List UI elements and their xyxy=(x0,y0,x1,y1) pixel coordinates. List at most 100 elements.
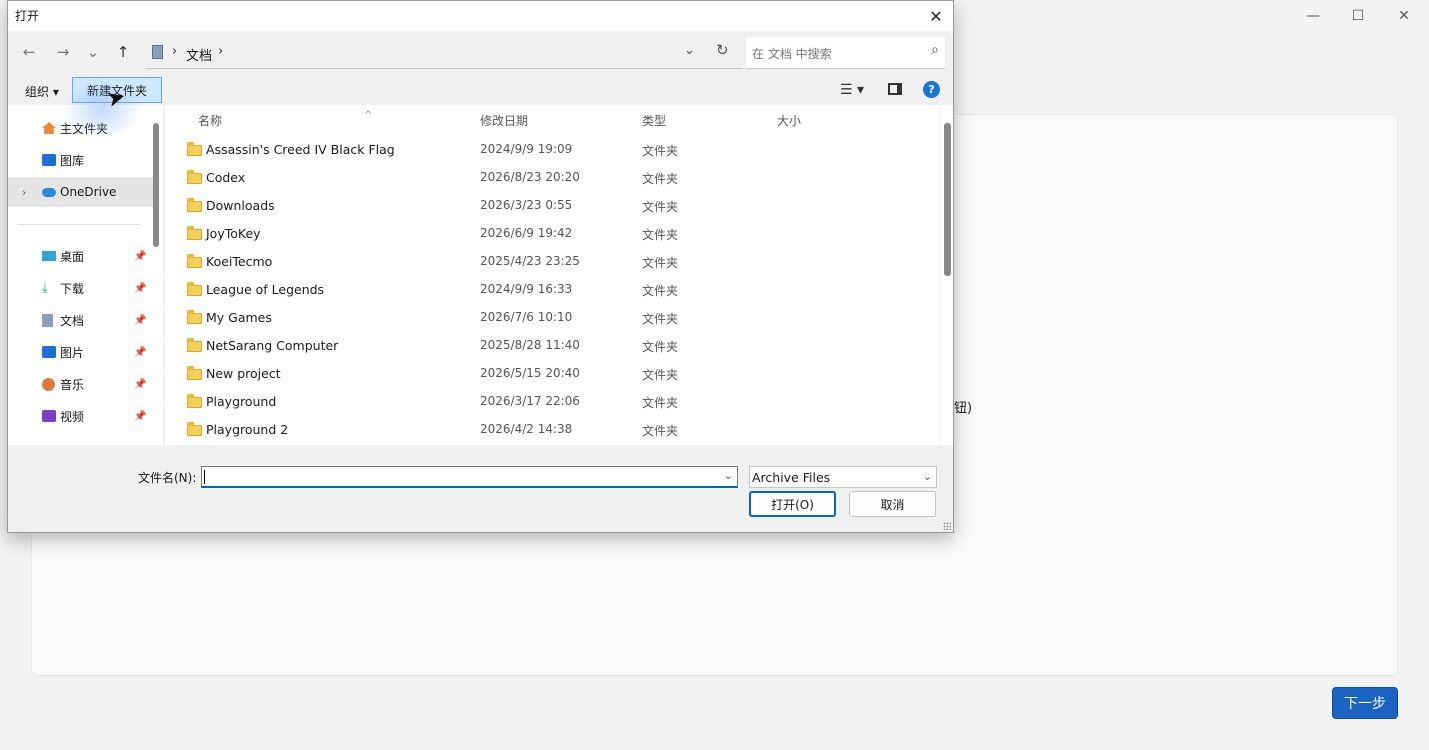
recent-locations-button[interactable]: ⌄ xyxy=(82,41,104,63)
nav-divider xyxy=(18,224,140,225)
breadcrumb-documents[interactable]: 文档 xyxy=(186,45,212,64)
chevron-down-icon[interactable]: ⌄ xyxy=(724,469,733,482)
file-date: 2024/9/9 16:33 xyxy=(480,282,573,296)
folder-icon xyxy=(187,226,202,240)
file-type: 文件夹 xyxy=(642,200,679,214)
file-date: 2026/3/23 0:55 xyxy=(480,198,573,212)
file-row[interactable]: Assassin's Creed IV Black Flag 2024/9/9 1… xyxy=(165,136,940,164)
nav-item-onedrive[interactable]: › OneDrive xyxy=(8,177,154,207)
folder-icon xyxy=(187,282,202,296)
file-row[interactable]: JoyToKey 2026/6/9 19:42 文件夹 xyxy=(165,220,940,248)
file-row[interactable]: Downloads 2026/3/23 0:55 文件夹 xyxy=(165,192,940,220)
chevron-right-icon[interactable]: › xyxy=(22,186,26,199)
file-name: Assassin's Creed IV Black Flag xyxy=(206,142,395,157)
pin-icon: 📌 xyxy=(134,410,147,422)
pin-icon: 📌 xyxy=(134,378,147,390)
file-row[interactable]: KoeiTecmo 2025/4/23 23:25 文件夹 xyxy=(165,248,940,276)
maximize-button[interactable]: ☐ xyxy=(1336,4,1380,28)
file-row[interactable]: League of Legends 2024/9/9 16:33 文件夹 xyxy=(165,276,940,304)
search-box[interactable]: 在 文档 中搜索 ⌕ xyxy=(746,37,945,69)
file-date: 2026/3/17 22:06 xyxy=(480,394,580,408)
resize-grip[interactable] xyxy=(943,522,951,530)
pin-icon: 📌 xyxy=(134,314,147,326)
dialog-close-button[interactable]: ✕ xyxy=(923,4,949,28)
window-close-button[interactable]: ✕ xyxy=(1382,4,1426,28)
folder-icon xyxy=(187,366,202,380)
file-name: Playground 2 xyxy=(206,422,289,437)
nav-label: 图片 xyxy=(60,345,85,360)
file-row[interactable]: New project 2026/5/15 20:40 文件夹 xyxy=(165,360,940,388)
folder-icon xyxy=(187,170,202,184)
cancel-button[interactable]: 取消 xyxy=(849,491,936,517)
forward-button[interactable]: → xyxy=(52,41,74,63)
column-header-size[interactable]: 大小 xyxy=(777,112,801,129)
file-type: 文件夹 xyxy=(642,368,679,382)
open-button[interactable]: 打开(O) xyxy=(749,491,836,517)
file-row[interactable]: Codex 2026/8/23 20:20 文件夹 xyxy=(165,164,940,192)
file-type: 文件夹 xyxy=(642,424,679,438)
file-date: 2026/4/2 14:38 xyxy=(480,422,573,436)
address-bar[interactable]: › 文档 › ⌄ ↻ xyxy=(146,37,743,69)
nav-label: OneDrive xyxy=(60,185,117,199)
folder-icon xyxy=(187,394,202,408)
next-button[interactable]: 下一步 xyxy=(1332,687,1398,719)
breadcrumb-separator[interactable]: › xyxy=(218,44,223,59)
file-list-scrollbar[interactable] xyxy=(941,105,953,445)
video-icon xyxy=(42,410,56,422)
chevron-down-icon[interactable]: ⌄ xyxy=(923,470,932,483)
nav-scrollbar[interactable] xyxy=(153,123,159,247)
open-file-dialog: 打开 ✕ ← → ⌄ ↑ › 文档 › ⌄ ↻ 在 文档 中搜索 ⌕ 组织 ▾ … xyxy=(7,0,954,533)
folder-icon xyxy=(187,142,202,156)
filename-input[interactable]: ⌄ xyxy=(201,466,738,488)
refresh-icon[interactable]: ↻ xyxy=(716,41,729,59)
file-row[interactable]: NetSarang Computer 2025/8/28 11:40 文件夹 xyxy=(165,332,940,360)
file-row[interactable]: Playground 2026/3/17 22:06 文件夹 xyxy=(165,388,940,416)
search-input[interactable]: 在 文档 中搜索 xyxy=(752,45,832,62)
obscured-text: 钮) xyxy=(954,401,973,416)
help-icon[interactable]: ? xyxy=(923,81,940,98)
file-row[interactable]: My Games 2026/7/6 10:10 文件夹 xyxy=(165,304,940,332)
file-name: League of Legends xyxy=(206,282,325,297)
up-button[interactable]: ↑ xyxy=(112,41,134,63)
back-button[interactable]: ← xyxy=(18,41,40,63)
nav-item-downloads[interactable]: ⤓ 下载 📌 xyxy=(8,273,154,303)
folder-icon xyxy=(187,422,202,436)
desktop-icon xyxy=(42,251,56,261)
file-type: 文件夹 xyxy=(642,312,679,326)
file-date: 2025/4/23 23:25 xyxy=(480,254,580,268)
pictures-icon xyxy=(42,346,56,358)
preview-pane-icon[interactable] xyxy=(888,83,902,95)
column-header-name[interactable]: ^ 名称 xyxy=(198,110,372,129)
documents-icon xyxy=(42,313,53,327)
dialog-titlebar: 打开 ✕ xyxy=(8,1,953,31)
file-type: 文件夹 xyxy=(642,228,679,242)
file-list: ^ 名称 修改日期 类型 大小 Assassin's Creed IV Blac… xyxy=(165,105,940,445)
file-type-select[interactable]: Archive Files ⌄ xyxy=(749,466,937,488)
file-date: 2026/7/6 10:10 xyxy=(480,310,573,324)
scrollbar-thumb[interactable] xyxy=(944,123,951,276)
nav-item-documents[interactable]: 文档 📌 xyxy=(8,305,154,335)
nav-item-music[interactable]: 音乐 📌 xyxy=(8,369,154,399)
column-header-type[interactable]: 类型 xyxy=(642,112,666,129)
download-icon: ⤓ xyxy=(42,280,48,296)
dialog-title: 打开 xyxy=(15,9,40,23)
organize-button[interactable]: 组织 ▾ xyxy=(25,83,59,100)
breadcrumb-separator: › xyxy=(172,44,178,59)
file-name: KoeiTecmo xyxy=(206,254,273,269)
view-options-icon[interactable]: ☰ ▾ xyxy=(840,82,864,98)
search-icon[interactable]: ⌕ xyxy=(931,42,939,58)
minimize-button[interactable]: — xyxy=(1291,4,1335,28)
nav-item-home[interactable]: 主文件夹 xyxy=(8,113,154,143)
folder-icon xyxy=(187,310,202,324)
file-name: NetSarang Computer xyxy=(206,338,339,353)
column-header-date[interactable]: 修改日期 xyxy=(480,112,528,129)
file-type: 文件夹 xyxy=(642,340,679,354)
file-date: 2026/6/9 19:42 xyxy=(480,226,573,240)
chevron-down-icon[interactable]: ⌄ xyxy=(684,43,695,58)
nav-item-desktop[interactable]: 桌面 📌 xyxy=(8,241,154,271)
nav-item-pictures[interactable]: 图片 📌 xyxy=(8,337,154,367)
file-row[interactable]: Playground 2 2026/4/2 14:38 文件夹 xyxy=(165,416,940,444)
nav-label: 主文件夹 xyxy=(60,121,109,136)
nav-item-gallery[interactable]: 图库 xyxy=(8,145,154,175)
nav-item-videos[interactable]: 视频 📌 xyxy=(8,401,154,431)
